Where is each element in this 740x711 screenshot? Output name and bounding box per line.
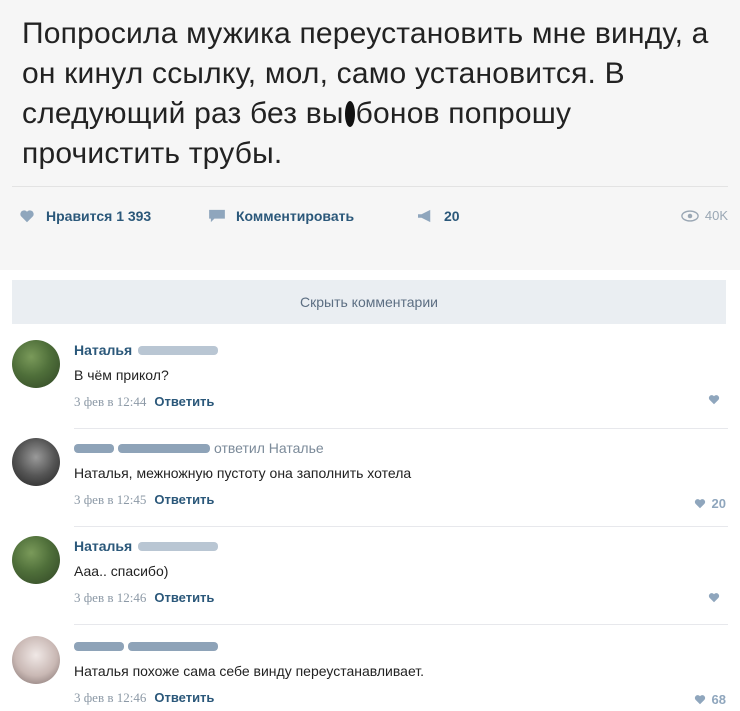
eye-icon bbox=[681, 209, 699, 222]
heart-icon bbox=[708, 395, 720, 405]
redacted-surname bbox=[138, 541, 219, 551]
author-name[interactable]: Наталья bbox=[74, 538, 132, 554]
heart-icon bbox=[694, 695, 705, 705]
comment-meta: 3 фев в 12:44 Ответить bbox=[74, 394, 714, 410]
comment-separator bbox=[74, 428, 728, 429]
redacted-surname bbox=[138, 345, 219, 355]
comment-label: Комментировать bbox=[236, 208, 355, 224]
comment-author[interactable] bbox=[74, 636, 714, 656]
reply-link[interactable]: Ответить bbox=[154, 590, 214, 605]
post-actions: Нравится 1 393 Комментировать 20 40K bbox=[18, 208, 728, 232]
comment-date[interactable]: 3 фев в 12:46 bbox=[74, 590, 146, 605]
like-count: 20 bbox=[711, 496, 726, 511]
comment-meta: 3 фев в 12:46 Ответить bbox=[74, 690, 714, 706]
comment: Наталья В чём прикол? 3 фев в 12:44 Ответ… bbox=[12, 340, 726, 426]
like-button[interactable]: Нравится 1 393 bbox=[18, 208, 151, 224]
like-count: 68 bbox=[711, 692, 726, 707]
megaphone-icon bbox=[418, 209, 431, 223]
reply-to-label[interactable]: ответил Наталье bbox=[214, 440, 324, 456]
comment: Наталья Ааа.. спасибо) 3 фев в 12:46 Отве… bbox=[12, 536, 726, 622]
author-name[interactable]: Наталья bbox=[74, 342, 132, 358]
views-counter: 40K bbox=[681, 208, 728, 223]
comment-body: Наталья похоже сама себе винду переустан… bbox=[74, 636, 714, 706]
redaction-mark bbox=[344, 101, 355, 127]
avatar[interactable] bbox=[12, 536, 60, 584]
avatar[interactable] bbox=[12, 340, 60, 388]
comment: ответил Наталье Наталья, межножную пусто… bbox=[12, 438, 726, 524]
redacted-surname bbox=[118, 443, 210, 453]
comment-text: Наталья, межножную пустоту она заполнить… bbox=[74, 465, 412, 481]
avatar[interactable] bbox=[12, 636, 60, 684]
share-button[interactable]: 20 bbox=[416, 208, 460, 224]
comment-like-button[interactable] bbox=[708, 592, 726, 603]
views-count: 40K bbox=[704, 208, 728, 223]
comment-meta: 3 фев в 12:46 Ответить bbox=[74, 590, 714, 606]
heart-icon bbox=[694, 499, 705, 509]
comment-text: В чём прикол? bbox=[74, 367, 169, 383]
redacted-first-name bbox=[74, 641, 124, 651]
heart-icon bbox=[708, 593, 720, 603]
redacted-surname bbox=[128, 641, 218, 651]
comment-meta: 3 фев в 12:45 Ответить bbox=[74, 492, 714, 508]
comment-separator bbox=[74, 526, 728, 527]
hide-comments-button[interactable]: Скрыть комментарии bbox=[12, 280, 726, 324]
comment-author[interactable]: Наталья bbox=[74, 536, 714, 556]
reply-link[interactable]: Ответить bbox=[154, 492, 214, 507]
avatar[interactable] bbox=[12, 438, 60, 486]
comment-like-button[interactable]: 68 bbox=[694, 692, 726, 707]
comment-body: Наталья Ааа.. спасибо) 3 фев в 12:46 Отве… bbox=[74, 536, 714, 606]
share-count: 20 bbox=[444, 208, 460, 224]
comment-text: Ааа.. спасибо) bbox=[74, 563, 169, 579]
comment-date[interactable]: 3 фев в 12:44 bbox=[74, 394, 146, 409]
like-label: Нравится bbox=[46, 208, 113, 224]
comment-like-button[interactable] bbox=[708, 394, 726, 405]
comment-body: ответил Наталье Наталья, межножную пусто… bbox=[74, 438, 714, 508]
like-count: 1 393 bbox=[116, 208, 152, 224]
comment-body: Наталья В чём прикол? 3 фев в 12:44 Ответ… bbox=[74, 340, 714, 410]
reply-link[interactable]: Ответить bbox=[154, 690, 214, 705]
heart-icon bbox=[20, 210, 34, 223]
post-text: Попросила мужика переустановить мне винд… bbox=[22, 14, 722, 174]
comment-icon bbox=[209, 209, 225, 223]
post: Попросила мужика переустановить мне винд… bbox=[0, 0, 740, 270]
redacted-first-name bbox=[74, 443, 114, 453]
comment-text: Наталья похоже сама себе винду переустан… bbox=[74, 663, 425, 679]
comment-button[interactable]: Комментировать bbox=[208, 208, 354, 224]
comment-date[interactable]: 3 фев в 12:46 bbox=[74, 690, 146, 705]
post-divider bbox=[12, 186, 728, 187]
reply-link[interactable]: Ответить bbox=[154, 394, 214, 409]
comment-like-button[interactable]: 20 bbox=[694, 496, 726, 511]
comment-separator bbox=[74, 624, 728, 625]
comment-date[interactable]: 3 фев в 12:45 bbox=[74, 492, 146, 507]
comment-author[interactable]: ответил Наталье bbox=[74, 438, 714, 458]
comment: Наталья похоже сама себе винду переустан… bbox=[12, 636, 726, 710]
comment-author[interactable]: Наталья bbox=[74, 340, 714, 360]
